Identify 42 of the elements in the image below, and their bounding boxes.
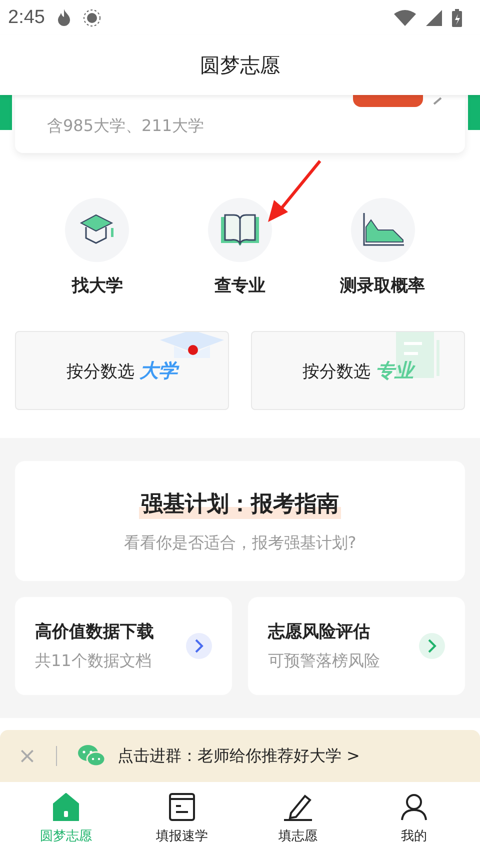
pencil-icon	[283, 792, 313, 820]
promo-subtitle: 含985大学、211大学	[47, 116, 204, 136]
home-icon	[52, 792, 80, 820]
chevron-icon	[419, 633, 445, 659]
shortcut-item[interactable]: 测录取概率	[318, 198, 448, 297]
nav-tab[interactable]: 填志愿	[253, 792, 343, 844]
notebook-icon	[169, 792, 195, 820]
promo-badge	[353, 95, 423, 107]
button-label: 按分数选 专业	[302, 358, 414, 384]
shortcut-label: 查专业	[214, 275, 266, 297]
button-label: 按分数选 大学	[66, 358, 178, 384]
feature-subtitle: 看看你是否适合，报考强基计划?	[124, 532, 356, 554]
user-icon	[400, 792, 428, 820]
annotation-arrow	[266, 160, 322, 224]
nav-tab[interactable]: 填报速学	[137, 792, 227, 844]
feature-tile[interactable]: 高价值数据下载 共11个数据文档	[15, 597, 232, 695]
tile-subtitle: 可预警落榜风险	[268, 651, 380, 672]
graduation-cap-icon	[160, 332, 224, 360]
tile-title: 高价值数据下载	[35, 621, 154, 643]
open-book-icon	[218, 213, 261, 247]
chevron-icon	[186, 633, 212, 659]
brightness-icon	[82, 8, 101, 26]
feature-tile[interactable]: 志愿风险评估 可预警落榜风险	[248, 597, 465, 695]
chat-bubbles-icon	[77, 744, 106, 768]
tile-subtitle: 共11个数据文档	[35, 651, 152, 672]
status-time: 2:45	[8, 6, 45, 28]
shortcut-label: 找大学	[72, 275, 123, 297]
tile-title: 志愿风险评估	[268, 621, 371, 643]
nav-tab[interactable]: 我的	[369, 792, 459, 844]
battery-icon	[452, 8, 462, 26]
score-filter-button[interactable]: 按分数选 大学	[15, 331, 229, 410]
area-chart-icon	[360, 212, 405, 248]
shortcut-item[interactable]: 查专业	[174, 198, 305, 297]
score-filter-button[interactable]: 按分数选 专业	[251, 331, 465, 410]
chevron-icon	[433, 97, 443, 105]
wifi-icon	[394, 10, 416, 26]
banner-link[interactable]: 点击进群：老师给你推荐好大学 >	[117, 746, 360, 766]
app-title: 圆梦志愿	[200, 52, 280, 78]
shortcut-item[interactable]: 找大学	[32, 198, 162, 297]
feature-card[interactable]: 强基计划：报考指南 看看你是否适合，报考强基计划?	[15, 461, 465, 581]
shortcut-label: 测录取概率	[340, 275, 426, 297]
signal-icon	[426, 10, 442, 26]
